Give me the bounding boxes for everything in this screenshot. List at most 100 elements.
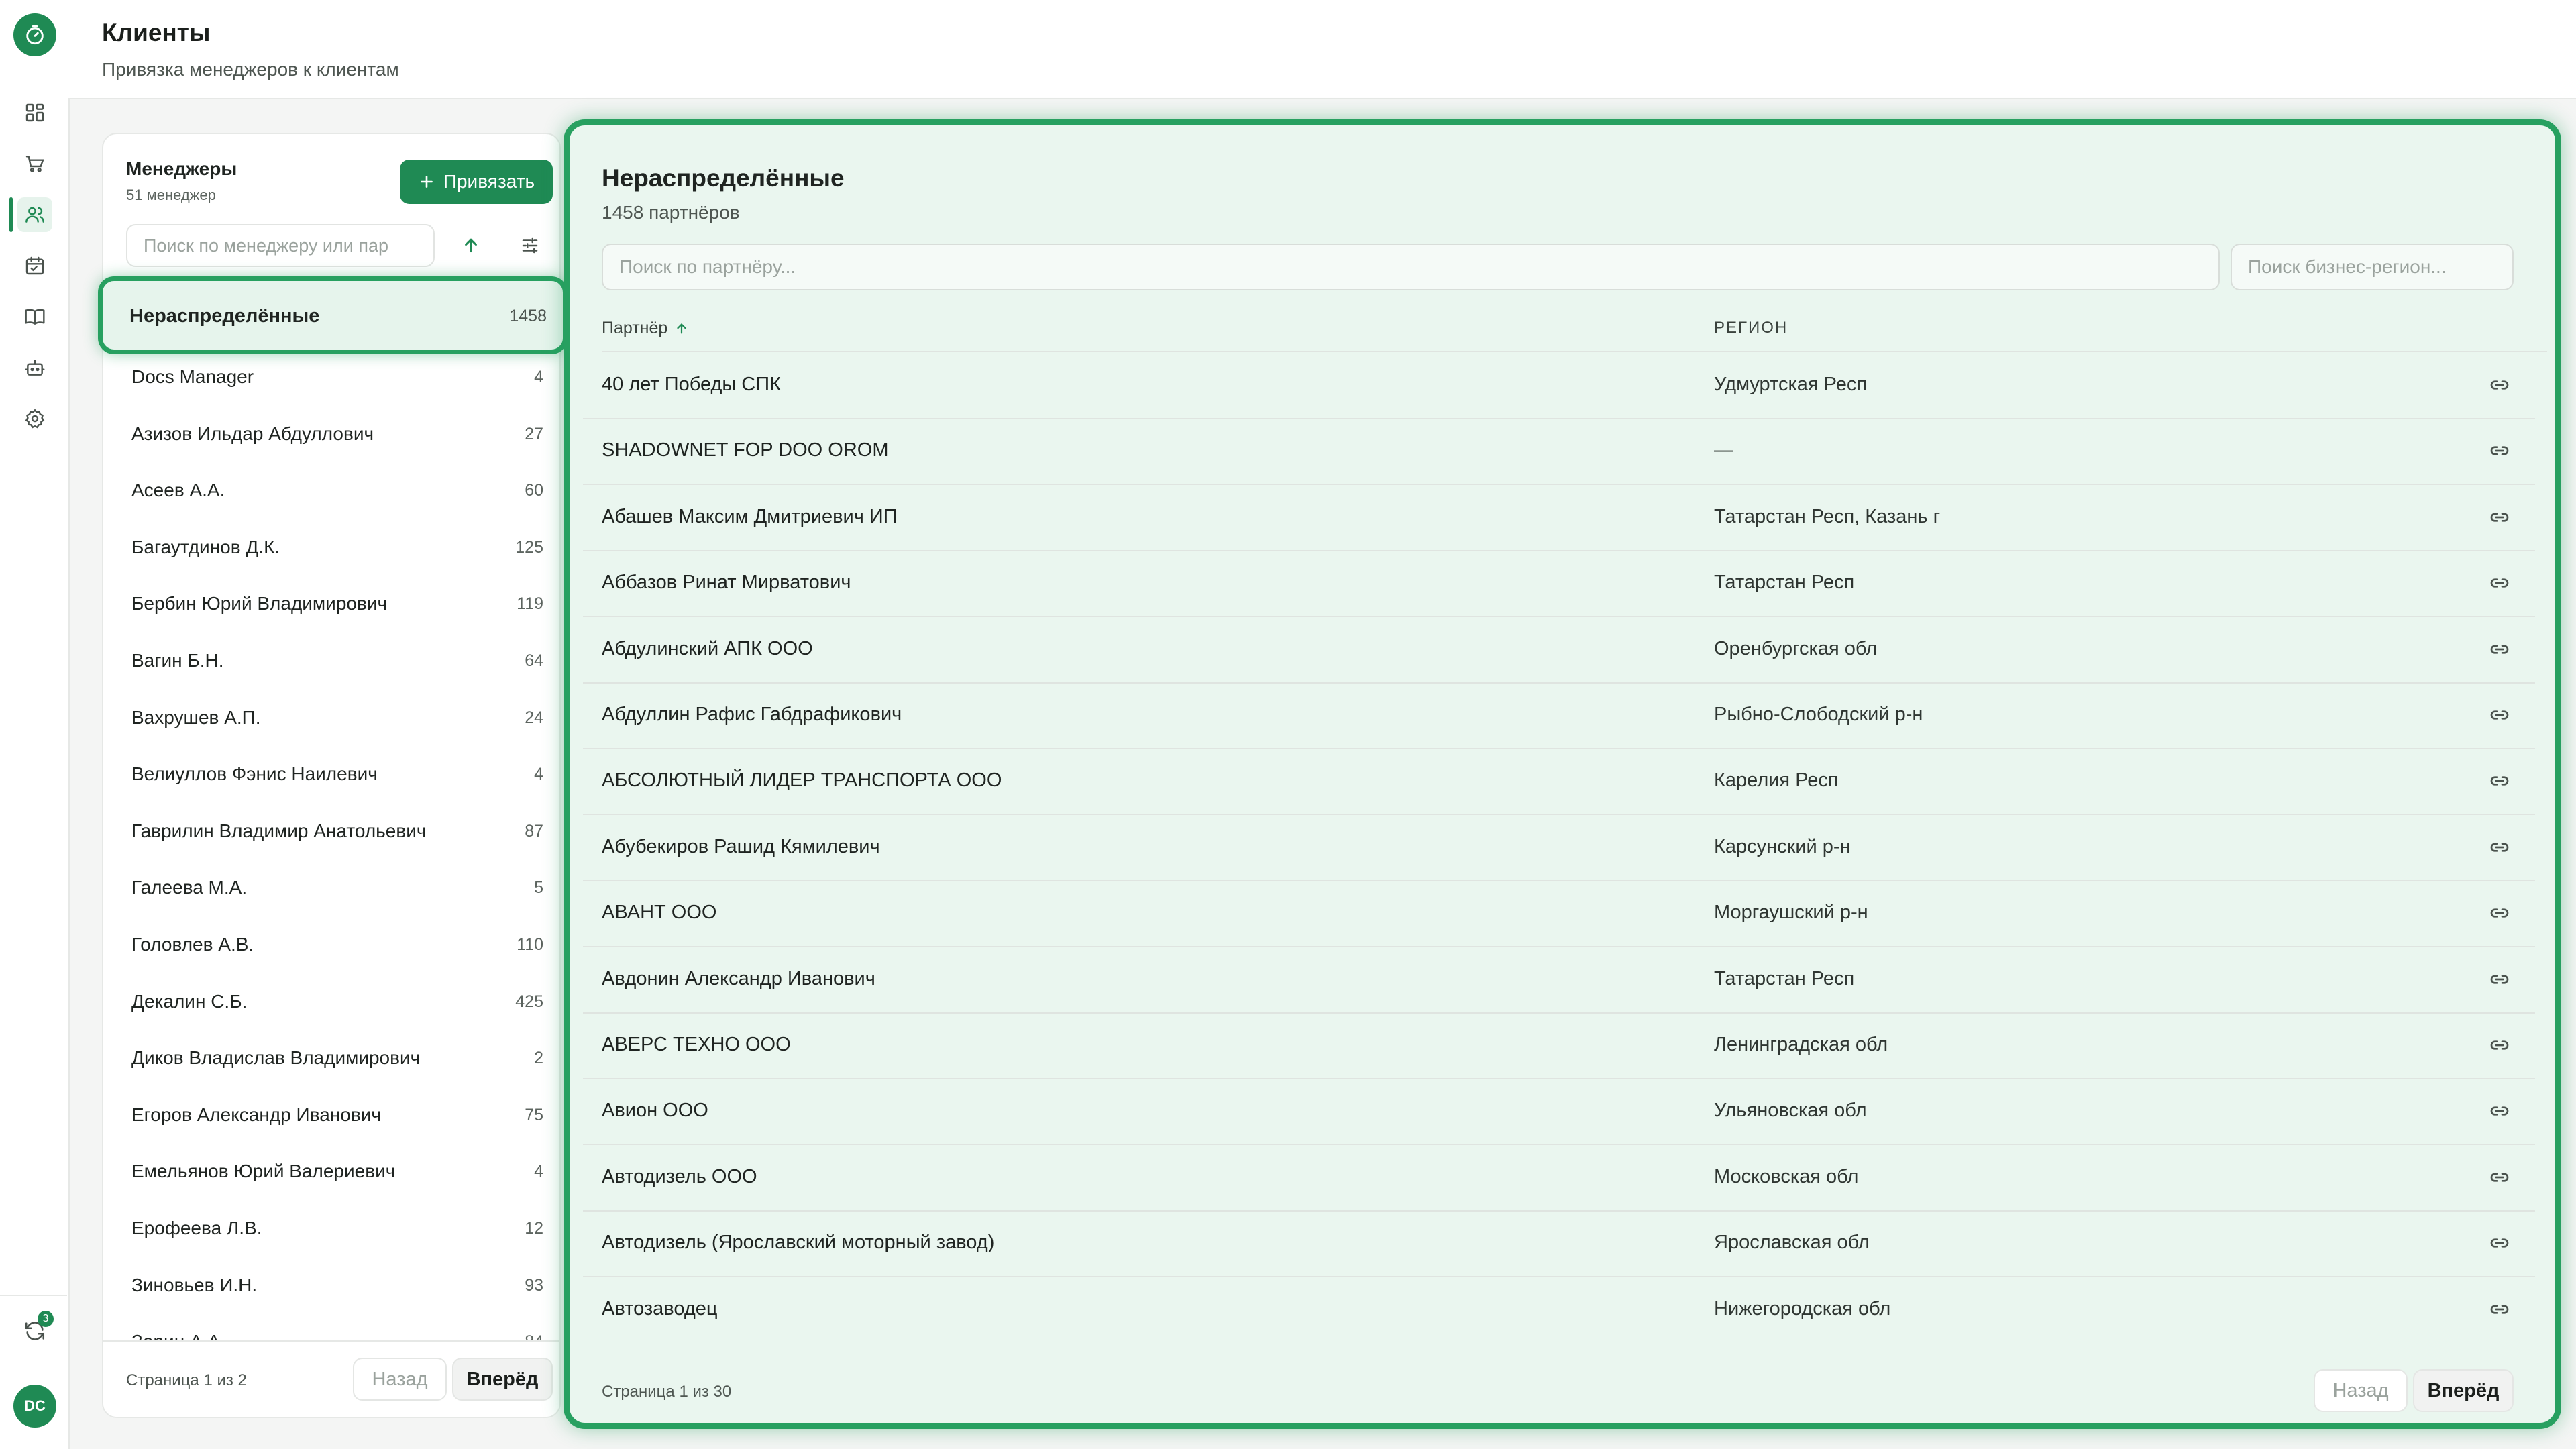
users-icon bbox=[25, 207, 44, 223]
app-logo[interactable] bbox=[13, 13, 56, 56]
manager-name: Емельянов Юрий Валериевич bbox=[131, 1161, 396, 1182]
manager-item[interactable]: Декалин С.Б. 425 bbox=[103, 973, 559, 1030]
table-row[interactable]: Абдулинский АПК ООО Оренбургская обл bbox=[583, 616, 2535, 684]
nav-bot[interactable] bbox=[17, 350, 52, 385]
link-icon bbox=[2490, 1304, 2509, 1314]
link-button[interactable] bbox=[2484, 1294, 2515, 1325]
managers-title: Менеджеры bbox=[126, 158, 237, 179]
link-button[interactable] bbox=[2484, 898, 2515, 928]
nav-clients[interactable] bbox=[17, 197, 52, 232]
sync-button[interactable]: 3 bbox=[17, 1311, 54, 1348]
partners-prev-button[interactable]: Назад bbox=[2314, 1369, 2408, 1412]
manager-item[interactable]: Асеев А.А. 60 bbox=[103, 462, 559, 519]
table-row[interactable]: SHADOWNET FOP DOO OROM — bbox=[583, 418, 2535, 486]
manager-item[interactable]: Багаутдинов Д.К. 125 bbox=[103, 519, 559, 576]
partner-region: Ярославская обл bbox=[1714, 1232, 1870, 1254]
manager-count: 2 bbox=[534, 1049, 543, 1068]
sort-arrow-up-icon bbox=[677, 323, 686, 334]
manager-name: Егоров Александр Иванович bbox=[131, 1104, 381, 1125]
book-icon bbox=[25, 309, 45, 325]
link-button[interactable] bbox=[2484, 502, 2515, 533]
link-button[interactable] bbox=[2484, 964, 2515, 995]
link-button[interactable] bbox=[2484, 435, 2515, 466]
link-button[interactable] bbox=[2484, 700, 2515, 731]
nav-settings[interactable] bbox=[17, 401, 52, 436]
nav-orders[interactable] bbox=[17, 146, 52, 181]
link-icon bbox=[2490, 380, 2509, 390]
partner-region: Рыбно-Слободский р-н bbox=[1714, 704, 1923, 725]
table-row[interactable]: Автодизель ООО Московская обл bbox=[583, 1144, 2535, 1212]
table-row[interactable]: Абубекиров Рашид Кямилевич Карсунский р-н bbox=[583, 814, 2535, 881]
manager-item[interactable]: Ерофеева Л.В. 12 bbox=[103, 1200, 559, 1256]
link-button[interactable] bbox=[2484, 370, 2515, 400]
table-row[interactable]: 40 лет Победы СПК Удмуртская Респ bbox=[583, 352, 2535, 419]
table-row[interactable]: АВЕРС ТЕХНО ООО Ленинградская обл bbox=[583, 1012, 2535, 1079]
selected-manager-count: 1458 bbox=[509, 307, 547, 325]
nav-dashboard[interactable] bbox=[17, 95, 52, 130]
nav-docs[interactable] bbox=[17, 299, 52, 334]
link-button[interactable] bbox=[2484, 1228, 2515, 1258]
manager-item[interactable]: Головлев А.В. 110 bbox=[103, 916, 559, 973]
arrow-up-icon bbox=[465, 238, 477, 253]
table-row[interactable]: Авдонин Александр Иванович Татарстан Респ bbox=[583, 947, 2535, 1014]
link-icon bbox=[2490, 513, 2509, 522]
filter-button[interactable] bbox=[510, 225, 550, 266]
nav-calendar[interactable] bbox=[17, 248, 52, 283]
link-button[interactable] bbox=[2484, 1162, 2515, 1193]
manager-item[interactable]: Гаврилин Владимир Анатольевич 87 bbox=[103, 803, 559, 859]
manager-count: 60 bbox=[525, 481, 543, 500]
table-row[interactable]: Автозаводец Нижегородская обл bbox=[583, 1277, 2535, 1332]
manager-item[interactable]: Егоров Александр Иванович 75 bbox=[103, 1087, 559, 1143]
table-row[interactable]: Абашев Максим Дмитриевич ИП Татарстан Рес… bbox=[583, 484, 2535, 551]
link-button[interactable] bbox=[2484, 832, 2515, 863]
table-row[interactable]: Аббазов Ринат Мирватович Татарстан Респ bbox=[583, 550, 2535, 618]
partner-name: Авдонин Александр Иванович bbox=[602, 967, 875, 989]
manager-item[interactable]: Емельянов Юрий Валериевич 4 bbox=[103, 1143, 559, 1199]
partner-region: Московская обл bbox=[1714, 1165, 1859, 1187]
manager-item[interactable]: Вахрушев А.П. 24 bbox=[103, 690, 559, 746]
manager-item[interactable]: Диков Владислав Владимирович 2 bbox=[103, 1030, 559, 1086]
partner-name: АБСОЛЮТНЫЙ ЛИДЕР ТРАНСПОРТА ООО bbox=[602, 769, 1002, 792]
managers-page-info: Страница 1 из 2 bbox=[126, 1371, 247, 1389]
manager-item[interactable]: Галеева М.А. 5 bbox=[103, 859, 559, 916]
manager-item[interactable]: Зиновьев И.Н. 93 bbox=[103, 1257, 559, 1313]
region-search-input[interactable] bbox=[2231, 244, 2514, 290]
partners-next-button[interactable]: Вперёд bbox=[2413, 1369, 2514, 1412]
column-region[interactable]: РЕГИОН bbox=[1714, 319, 1788, 337]
manager-item[interactable]: Docs Manager 4 bbox=[103, 349, 559, 405]
table-row[interactable]: Абдуллин Рафис Габдрафикович Рыбно-Слобод… bbox=[583, 682, 2535, 749]
table-row[interactable]: Авион ООО Ульяновская обл bbox=[583, 1078, 2535, 1146]
column-partner[interactable]: Партнёр bbox=[602, 319, 689, 338]
link-button[interactable] bbox=[2484, 1030, 2515, 1061]
manager-item[interactable]: Вагин Б.Н. 64 bbox=[103, 633, 559, 689]
manager-count: 110 bbox=[517, 935, 543, 954]
managers-next-button[interactable]: Вперёд bbox=[452, 1358, 553, 1401]
bot-icon bbox=[25, 360, 45, 376]
table-row[interactable]: АБСОЛЮТНЫЙ ЛИДЕР ТРАНСПОРТА ООО Карелия Р… bbox=[583, 748, 2535, 816]
link-button[interactable] bbox=[2484, 634, 2515, 665]
manager-item-selected[interactable]: Нераспределённые 1458 bbox=[98, 276, 568, 354]
partner-region: Ульяновская обл bbox=[1714, 1099, 1867, 1122]
user-avatar[interactable]: DC bbox=[13, 1385, 56, 1428]
manager-item[interactable]: Велиуллов Фэнис Наилевич 4 bbox=[103, 746, 559, 802]
partner-search-input[interactable] bbox=[602, 244, 2220, 290]
page-header: Клиенты Привязка менеджеров к клиентам bbox=[68, 0, 2576, 99]
manager-count: 75 bbox=[525, 1105, 543, 1124]
partner-name: Автодизель (Ярославский моторный завод) bbox=[602, 1232, 995, 1254]
link-button[interactable] bbox=[2484, 1095, 2515, 1126]
table-row[interactable]: Автодизель (Ярославский моторный завод) Я… bbox=[583, 1210, 2535, 1278]
manager-item[interactable]: Бербин Юрий Владимирович 119 bbox=[103, 576, 559, 632]
managers-prev-button[interactable]: Назад bbox=[353, 1358, 447, 1401]
table-row[interactable]: АВАНТ ООО Моргаушский р-н bbox=[583, 880, 2535, 948]
bind-button[interactable]: Привязать bbox=[400, 160, 553, 204]
manager-count: 125 bbox=[515, 537, 543, 557]
sync-count-badge: 3 bbox=[38, 1311, 54, 1327]
manager-item[interactable]: Азизов Ильдар Абдуллович 27 bbox=[103, 406, 559, 462]
link-icon bbox=[2490, 1238, 2509, 1248]
partner-name: 40 лет Победы СПК bbox=[602, 374, 781, 395]
bind-button-label: Привязать bbox=[443, 171, 535, 192]
manager-search-input[interactable] bbox=[126, 224, 435, 267]
link-button[interactable] bbox=[2484, 568, 2515, 598]
link-button[interactable] bbox=[2484, 765, 2515, 796]
sort-asc-button[interactable] bbox=[451, 225, 491, 266]
